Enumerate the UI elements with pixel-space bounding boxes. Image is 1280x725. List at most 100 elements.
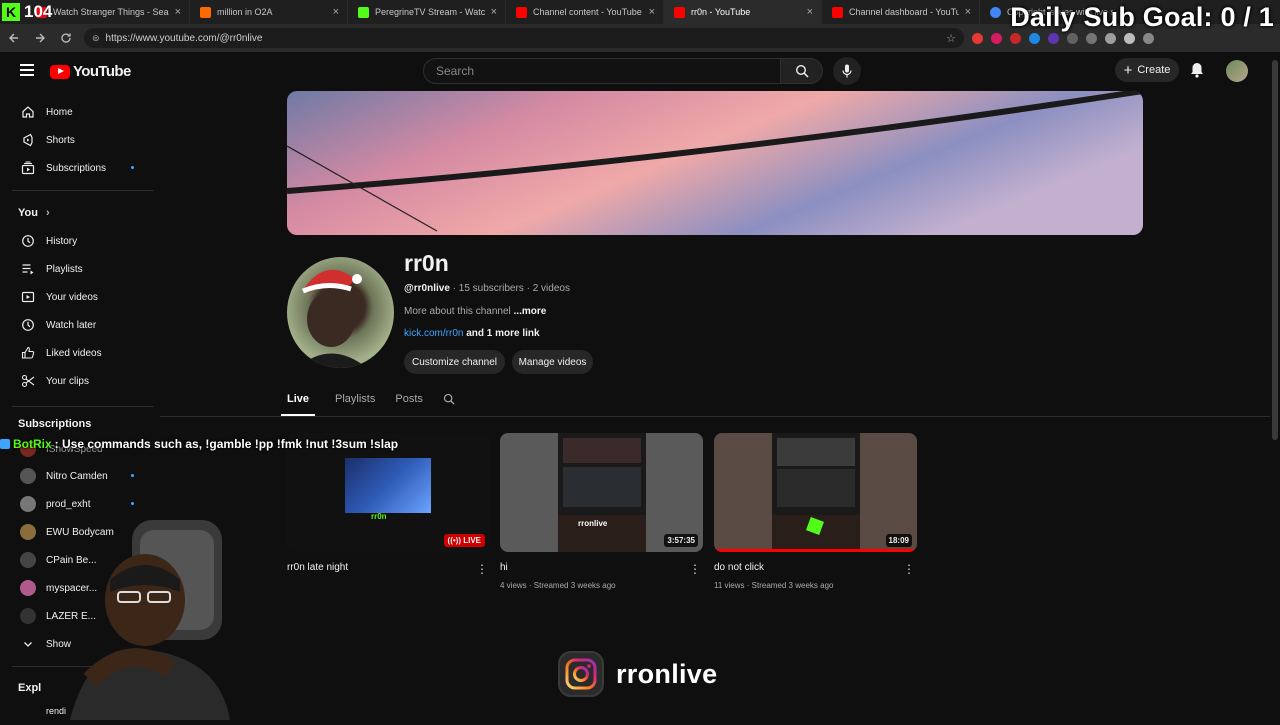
tab-favicon (200, 6, 211, 18)
channel-avatar (20, 552, 36, 568)
description-text: More about this channel (404, 306, 511, 317)
extensions-area (972, 32, 1154, 44)
more-link[interactable]: ...more (514, 306, 547, 317)
video-title[interactable]: do not click (714, 562, 917, 573)
video-title[interactable]: hi (500, 562, 703, 573)
webcam-overlay (70, 520, 230, 720)
sidebar-item-shorts[interactable]: Shorts (12, 127, 154, 153)
instagram-handle: rronlive (616, 658, 718, 689)
close-icon[interactable]: × (175, 6, 181, 18)
sidebar-item-liked-videos[interactable]: Liked videos (12, 340, 154, 366)
more-actions-icon[interactable]: ⋮ (476, 562, 488, 576)
sidebar-item-label: Shorts (46, 134, 75, 146)
sidebar-item-subscriptions[interactable]: Subscriptions (12, 155, 154, 181)
sidebar-item-watch-later[interactable]: Watch later (12, 312, 154, 338)
create-button[interactable]: + Create (1115, 58, 1179, 82)
sidebar-item-your-clips[interactable]: Your clips (12, 368, 154, 394)
sidebar-subscription[interactable]: prod_exht (12, 491, 154, 517)
extension-icon[interactable] (1086, 32, 1097, 44)
close-icon[interactable]: × (649, 6, 655, 18)
viewer-count: 104 (24, 2, 53, 21)
browser-tab[interactable]: Channel dashboard - YouTube St × (822, 0, 980, 24)
browser-tab[interactable]: PeregrineTV Stream - Watch Live × (348, 0, 506, 24)
tab-playlists[interactable]: Playlists (335, 390, 375, 416)
tab-favicon (516, 6, 527, 18)
chevron-right-icon: › (45, 207, 50, 219)
address-bar[interactable]: ⊜ https://www.youtube.com/@rr0nlive ☆ (84, 28, 964, 48)
channel-banner (287, 91, 1143, 235)
video-card[interactable]: rr0n ((•)) LIVE rr0n late night ⋮ (287, 433, 490, 576)
account-avatar[interactable] (1226, 60, 1248, 82)
sidebar-item-your-videos[interactable]: Your videos (12, 284, 154, 310)
bookmark-star-icon[interactable]: ☆ (946, 32, 956, 45)
forward-icon[interactable] (28, 26, 52, 50)
reload-icon[interactable] (54, 26, 78, 50)
video-card[interactable]: rronlive 3:57:35 hi 4 views · Streamed 3… (500, 433, 703, 590)
sidebar-subscription[interactable]: Nitro Camden (12, 463, 154, 489)
video-thumbnail[interactable]: 18:09 (714, 433, 917, 552)
subscriptions-icon (20, 160, 36, 176)
video-stats: 4 views · Streamed 3 weeks ago (500, 581, 616, 590)
video-thumbnail[interactable]: rronlive 3:57:35 (500, 433, 703, 552)
close-icon[interactable]: × (333, 6, 339, 18)
notifications-bell-icon[interactable] (1190, 62, 1204, 83)
channel-search-icon[interactable] (443, 390, 455, 416)
close-icon[interactable]: × (491, 6, 497, 18)
create-label: Create (1137, 64, 1171, 76)
extension-icon[interactable] (972, 32, 983, 44)
tab-favicon (358, 6, 369, 18)
tab-posts[interactable]: Posts (395, 390, 423, 416)
extension-icon[interactable] (1029, 32, 1040, 44)
close-icon[interactable]: × (807, 6, 813, 18)
page-scrollbar[interactable] (1272, 60, 1278, 440)
new-content-dot (131, 502, 134, 505)
back-icon[interactable] (2, 26, 26, 50)
plus-icon: + (1123, 61, 1133, 79)
extension-icon[interactable] (1048, 32, 1059, 44)
more-actions-icon[interactable]: ⋮ (689, 562, 701, 576)
profile-icon[interactable] (1124, 32, 1135, 44)
browser-tab[interactable]: million in O2A × (190, 0, 348, 24)
video-card[interactable]: 18:09 do not click 11 views · Streamed 3… (714, 433, 917, 590)
manage-videos-button[interactable]: Manage videos (512, 350, 593, 374)
sidebar-section-you[interactable]: You › (12, 200, 154, 226)
channel-avatar-large[interactable] (287, 257, 394, 368)
menu-icon[interactable] (1143, 32, 1154, 44)
sidebar-item-home[interactable]: Home (12, 99, 154, 125)
browser-tab-active[interactable]: rr0n - YouTube × (664, 0, 822, 24)
customize-channel-button[interactable]: Customize channel (404, 350, 505, 374)
bot-message: : Use commands such as, !gamble !pp !fmk… (54, 437, 399, 451)
search-input[interactable]: Search (423, 58, 781, 84)
section-title: You (18, 207, 38, 219)
sidebar-item-label: Nitro Camden (46, 470, 108, 482)
channel-description[interactable]: More about this channel ...more (404, 306, 546, 317)
extension-icon[interactable] (1105, 32, 1116, 44)
sidebar-item-label: Watch later (46, 319, 97, 331)
channel-name: rr0n (404, 250, 449, 276)
sidebar-item-label: Subscriptions (46, 162, 107, 174)
video-title[interactable]: rr0n late night (287, 562, 490, 573)
close-icon[interactable]: × (965, 6, 971, 18)
video-duration: 3:57:35 (664, 534, 698, 547)
menu-icon[interactable] (20, 64, 34, 79)
more-actions-icon[interactable]: ⋮ (903, 562, 915, 576)
extension-icon[interactable] (1010, 32, 1021, 44)
site-info-icon[interactable]: ⊜ (92, 33, 100, 44)
thumbnail-caption: rronlive (578, 519, 608, 528)
tab-favicon (832, 6, 843, 18)
voice-search-button[interactable] (833, 57, 861, 85)
sidebar-item-playlists[interactable]: Playlists (12, 256, 154, 282)
video-count: 2 videos (532, 283, 570, 294)
more-links-text[interactable]: and 1 more link (463, 328, 539, 339)
search-button[interactable] (781, 58, 823, 84)
channel-external-link[interactable]: kick.com/rr0n (404, 328, 463, 339)
extension-icon[interactable] (991, 32, 1002, 44)
sidebar-item-history[interactable]: History (12, 228, 154, 254)
tab-live[interactable]: Live (281, 390, 316, 416)
youtube-logo[interactable]: YouTube (50, 63, 131, 80)
thumbs-up-icon (20, 345, 36, 361)
browser-tab[interactable]: Channel content - YouTube Studi × (506, 0, 664, 24)
new-content-dot (131, 166, 134, 169)
extension-icon[interactable] (1067, 32, 1078, 44)
live-icon: ((•)) (447, 536, 464, 545)
